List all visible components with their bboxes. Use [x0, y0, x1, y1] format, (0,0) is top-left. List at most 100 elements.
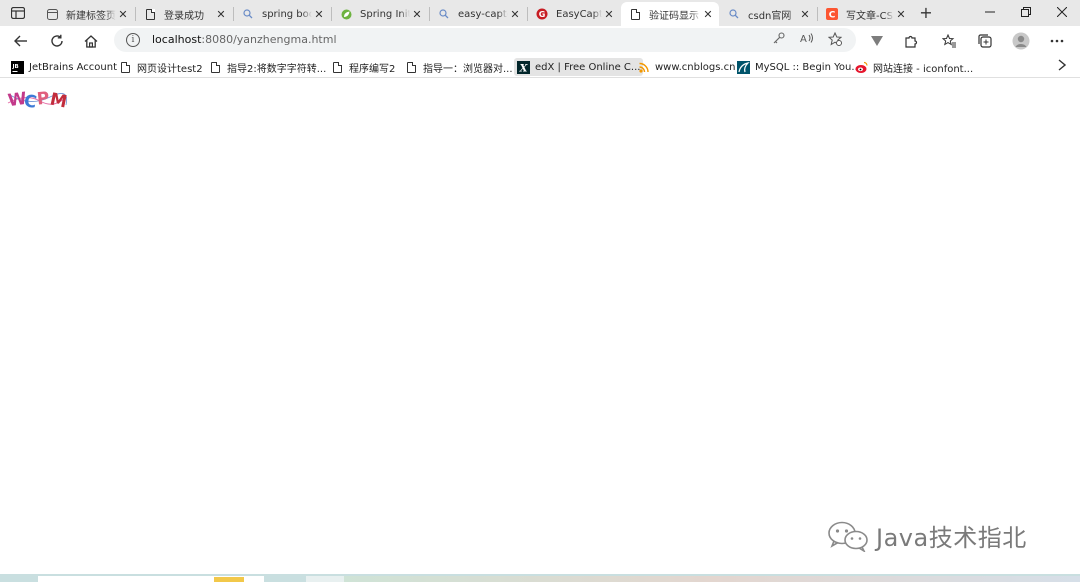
- tab-2[interactable]: 登录成功 ✕: [136, 2, 232, 26]
- url-host: localhost: [152, 33, 202, 46]
- tab-1[interactable]: 新建标签页 ✕: [38, 2, 134, 26]
- svg-text:A: A: [800, 34, 807, 44]
- bookmark-guide-2[interactable]: 指导2:将数字字符转...: [206, 58, 329, 76]
- profile-avatar-icon[interactable]: [1010, 30, 1032, 52]
- tab-title: easy-captcha: [458, 8, 508, 20]
- tab-9[interactable]: C 写文章-CSDN ✕: [818, 2, 912, 26]
- taskbar-segment: [306, 576, 344, 582]
- taskbar-segment: [344, 576, 1080, 582]
- close-tab-icon[interactable]: ✕: [602, 8, 616, 21]
- svg-text:C: C: [829, 11, 836, 21]
- collections-icon[interactable]: [974, 30, 996, 52]
- bookmark-program-2[interactable]: 程序编写2: [328, 58, 398, 76]
- search-icon: [242, 8, 254, 20]
- weibo-icon: [855, 61, 868, 74]
- tab-title: spring boot: [262, 8, 312, 20]
- minimize-icon[interactable]: [980, 3, 1000, 23]
- bookmark-label: edX | Free Online C...: [535, 61, 641, 73]
- captcha-image[interactable]: W C P M: [6, 88, 69, 113]
- extensions-puzzle-icon[interactable]: [900, 30, 922, 52]
- page-icon: [629, 8, 641, 20]
- address-bar[interactable]: i localhost:8080/yanzhengma.html A: [114, 28, 856, 52]
- bookmark-label: 程序编写2: [349, 63, 396, 75]
- bookmark-label: MySQL :: Begin You...: [755, 61, 861, 73]
- page-icon: [331, 61, 344, 74]
- close-tab-icon[interactable]: ✕: [894, 8, 908, 21]
- tab-title: 登录成功: [164, 10, 204, 22]
- gitee-icon: G: [536, 8, 548, 20]
- tab-4[interactable]: Spring Initializr ✕: [332, 2, 428, 26]
- close-tab-icon[interactable]: ✕: [508, 8, 522, 21]
- bookmark-cnblogs[interactable]: www.cnblogs.cn: [634, 58, 738, 76]
- csdn-icon: C: [826, 8, 838, 20]
- bookmark-iconfont[interactable]: 网站连接 - iconfont...: [852, 58, 976, 76]
- bookmarks-bar: JB JetBrains Account 网页设计test2 指导2:将数字字符…: [0, 56, 1080, 78]
- bookmark-edx[interactable]: X edX | Free Online C...: [514, 58, 644, 76]
- spring-leaf-icon: [340, 8, 352, 20]
- browser-window: 新建标签页 ✕ 登录成功 ✕ spring boot ✕ Spring Init…: [0, 0, 1080, 582]
- page-icon: [144, 8, 156, 20]
- back-arrow-icon[interactable]: [10, 30, 32, 52]
- bookmark-web-design[interactable]: 网页设计test2: [116, 58, 206, 76]
- tab-5[interactable]: easy-captcha ✕: [430, 2, 526, 26]
- tab-title: Spring Initializr: [360, 8, 410, 20]
- key-icon[interactable]: [770, 32, 788, 48]
- newtab-page-icon: [46, 8, 58, 20]
- favorite-star-icon[interactable]: [826, 31, 844, 48]
- read-aloud-icon[interactable]: A: [798, 32, 816, 48]
- tab-3[interactable]: spring boot ✕: [234, 2, 330, 26]
- bookmark-guide-1[interactable]: 指导一：浏览器对...: [402, 58, 516, 76]
- site-info-icon[interactable]: i: [126, 33, 140, 47]
- tab-title: 新建标签页: [66, 10, 116, 22]
- bookmark-label: 网站连接 - iconfont...: [873, 63, 974, 75]
- bookmark-mysql[interactable]: MySQL :: Begin You...: [734, 58, 864, 76]
- bookmark-label: JetBrains Account: [29, 61, 118, 73]
- bookmark-label: 网页设计test2: [137, 63, 203, 75]
- tab-actions-menu-icon[interactable]: [8, 4, 28, 22]
- close-tab-icon[interactable]: ✕: [701, 8, 715, 21]
- bookmark-label: www.cnblogs.cn: [655, 61, 736, 73]
- close-tab-icon[interactable]: ✕: [214, 8, 228, 21]
- bookmark-label: 指导一：浏览器对...: [423, 63, 513, 75]
- mysql-icon: [737, 60, 750, 74]
- more-menu-icon[interactable]: [1046, 30, 1068, 52]
- page-icon: [119, 61, 132, 74]
- tab-title: csdn官网: [748, 10, 792, 22]
- page-icon: [405, 61, 418, 74]
- refresh-icon[interactable]: [46, 30, 68, 52]
- taskbar-edge: [0, 574, 1080, 582]
- close-tab-icon[interactable]: ✕: [798, 8, 812, 21]
- tab-title: 写文章-CSDN: [846, 10, 894, 22]
- watermark: Java技术指北: [826, 518, 1027, 553]
- tab-title: 验证码显示: [649, 10, 699, 22]
- bookmark-jetbrains[interactable]: JB JetBrains Account: [8, 58, 120, 76]
- new-tab-button[interactable]: +: [916, 4, 936, 22]
- cnblogs-icon: [637, 61, 650, 74]
- chevron-right-icon[interactable]: [1058, 59, 1067, 75]
- close-tab-icon[interactable]: ✕: [312, 8, 326, 21]
- close-tab-icon[interactable]: ✕: [116, 8, 130, 21]
- svg-text:JB: JB: [12, 64, 19, 70]
- page-content: W C P M Java技术指北: [0, 79, 1080, 574]
- svg-text:X: X: [519, 63, 529, 74]
- close-window-icon[interactable]: [1052, 3, 1072, 23]
- tab-title: EasyCaptcha: [556, 8, 602, 20]
- tab-7-active[interactable]: 验证码显示 ✕: [621, 2, 719, 26]
- url-path: :8080/yanzhengma.html: [201, 33, 337, 46]
- close-tab-icon[interactable]: ✕: [410, 8, 424, 21]
- wechat-icon: [828, 521, 868, 552]
- url-text[interactable]: localhost:8080/yanzhengma.html: [152, 33, 337, 46]
- favorites-list-icon[interactable]: [938, 30, 960, 52]
- watermark-text: Java技术指北: [876, 524, 1027, 552]
- tab-8[interactable]: csdn官网 ✕: [720, 2, 816, 26]
- extension-v-icon[interactable]: [866, 30, 888, 52]
- tab-6[interactable]: G EasyCaptcha ✕: [528, 2, 620, 26]
- page-icon: [209, 61, 222, 74]
- home-icon[interactable]: [80, 30, 102, 52]
- search-icon: [728, 8, 740, 20]
- bookmark-label: 指导2:将数字字符转...: [227, 63, 327, 75]
- edx-icon: X: [517, 60, 530, 74]
- tab-strip: 新建标签页 ✕ 登录成功 ✕ spring boot ✕ Spring Init…: [0, 0, 1080, 26]
- navigation-toolbar: i localhost:8080/yanzhengma.html A: [0, 26, 1080, 54]
- restore-icon[interactable]: [1016, 3, 1036, 23]
